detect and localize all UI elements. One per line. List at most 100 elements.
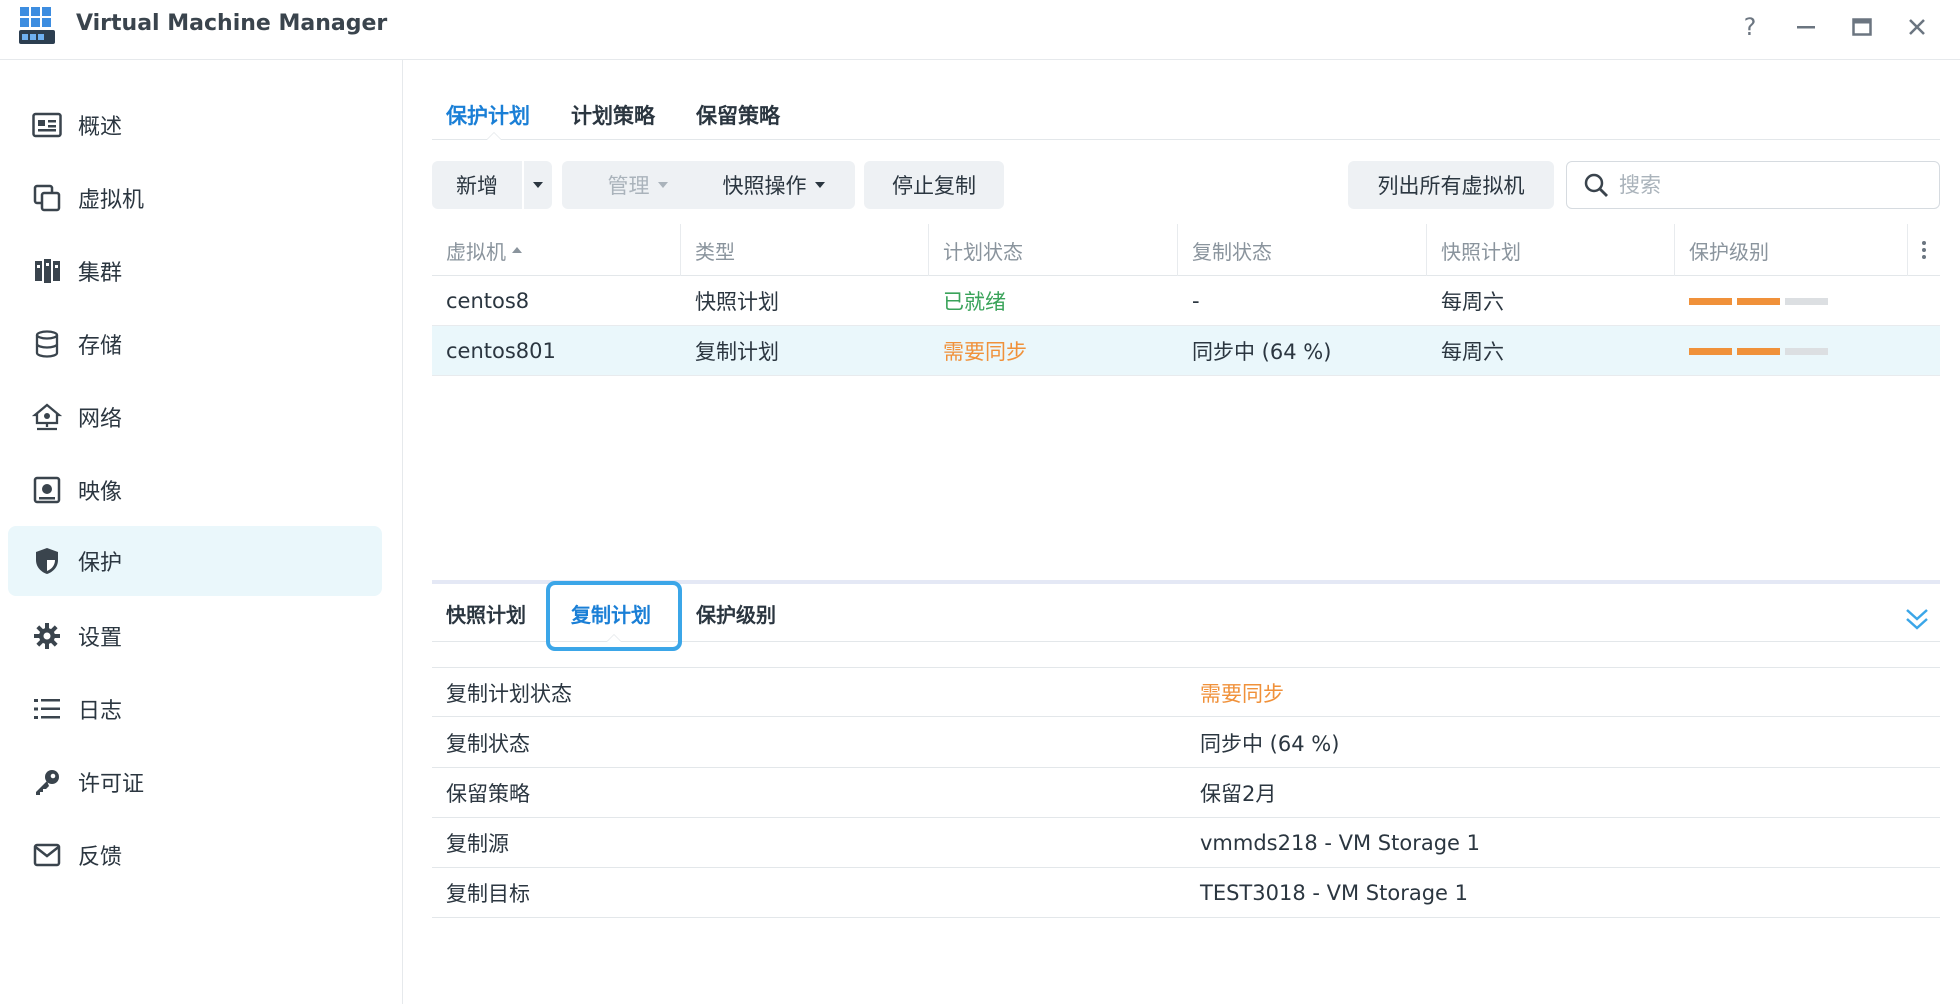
focus-highlight — [546, 581, 682, 651]
chevron-down-icon — [814, 182, 825, 188]
detail-key: 保留策略 — [446, 782, 530, 806]
sidebar-item-label: 映像 — [78, 480, 123, 505]
maximize-icon — [1852, 18, 1872, 36]
sidebar-item-license[interactable]: 许可证 — [8, 747, 382, 817]
cell-vm: centos801 — [446, 339, 556, 363]
sidebar-item-label: 概述 — [78, 115, 123, 140]
column-header-snapshot-plan[interactable]: 快照计划 — [1427, 224, 1675, 276]
collapse-panel-button[interactable] — [1902, 604, 1938, 640]
add-dropdown-button[interactable] — [524, 161, 552, 209]
sidebar-item-label: 许可证 — [78, 772, 145, 797]
sidebar-item-protection[interactable]: 保护 — [8, 526, 382, 596]
sidebar-item-settings[interactable]: 设置 — [8, 601, 382, 671]
manage-button[interactable]: 管理 — [562, 161, 713, 209]
column-options-button[interactable] — [1908, 224, 1940, 276]
detail-key: 复制目标 — [446, 882, 530, 906]
detail-key: 复制计划状态 — [446, 682, 572, 706]
add-split-button: 新增 — [432, 161, 552, 209]
close-icon — [1909, 19, 1925, 35]
column-header-type[interactable]: 类型 — [681, 224, 929, 276]
sidebar-item-image[interactable]: 映像 — [8, 455, 382, 525]
column-header-replication-status[interactable]: 复制状态 — [1178, 224, 1427, 276]
main-panel: 保护计划 计划策略 保留策略 新增 管理 快照操作 停止复制 列出所有虚拟机 虚… — [432, 60, 1940, 1004]
log-list-icon — [30, 692, 64, 726]
sidebar-item-cluster[interactable]: 集群 — [8, 236, 382, 306]
mail-icon — [30, 838, 64, 872]
sidebar: 概述 虚拟机 集群 存储 网络 映像 保护 设置 日志 许可证 反馈 — [0, 60, 403, 1004]
detail-row: 复制计划状态 需要同步 — [432, 667, 1940, 717]
title-bar: Virtual Machine Manager ? — [0, 0, 1960, 60]
protection-level-bar — [1689, 297, 1828, 305]
sidebar-item-network[interactable]: 网络 — [8, 382, 382, 452]
minimize-button[interactable] — [1789, 10, 1823, 44]
sidebar-item-storage[interactable]: 存储 — [8, 309, 382, 379]
column-header-protection-level[interactable]: 保护级别 — [1675, 224, 1908, 276]
sidebar-item-log[interactable]: 日志 — [8, 674, 382, 744]
detail-value: 保留2月 — [1200, 782, 1277, 806]
detail-row: 复制状态 同步中 (64 %) — [432, 718, 1940, 768]
sidebar-item-feedback[interactable]: 反馈 — [8, 820, 382, 890]
table-row[interactable]: centos8 快照计划 已就绪 - 每周六 — [432, 276, 1940, 326]
tab-snapshot-plan[interactable]: 快照计划 — [446, 596, 526, 630]
tab-retention-policy[interactable]: 保留策略 — [696, 100, 780, 130]
search-input[interactable] — [1619, 173, 1919, 197]
protection-plan-table: 虚拟机 类型 计划状态 复制状态 快照计划 保护级别 centos8 快照计划 … — [432, 224, 1940, 376]
image-icon — [30, 473, 64, 507]
sidebar-item-label: 虚拟机 — [78, 188, 145, 213]
minimize-icon — [1797, 26, 1815, 29]
cell-plan-status: 已就绪 — [943, 290, 1006, 314]
detail-row: 复制源 vmmds218 - VM Storage 1 — [432, 818, 1940, 868]
sidebar-item-virtual-machine[interactable]: 虚拟机 — [8, 163, 382, 233]
protection-level-bar — [1689, 347, 1828, 355]
storage-icon — [30, 327, 64, 361]
cell-protection-level — [1675, 326, 1828, 376]
tab-protection-plan[interactable]: 保护计划 — [446, 100, 530, 130]
list-all-vms-button[interactable]: 列出所有虚拟机 — [1348, 161, 1554, 209]
detail-row: 保留策略 保留2月 — [432, 768, 1940, 818]
add-button[interactable]: 新增 — [432, 170, 522, 200]
sidebar-item-label: 存储 — [78, 334, 123, 359]
table-row[interactable]: centos801 复制计划 需要同步 同步中 (64 %) 每周六 — [432, 326, 1940, 376]
maximize-button[interactable] — [1845, 10, 1879, 44]
column-header-plan-status[interactable]: 计划状态 — [929, 224, 1178, 276]
app-title: Virtual Machine Manager — [76, 11, 388, 36]
help-button[interactable]: ? — [1733, 10, 1767, 44]
overview-icon — [30, 108, 64, 142]
sort-ascending-icon — [512, 247, 522, 253]
detail-row: 复制目标 TEST3018 - VM Storage 1 — [432, 868, 1940, 918]
detail-value: vmmds218 - VM Storage 1 — [1200, 831, 1480, 855]
search-icon — [1584, 173, 1608, 197]
chevron-down-icon — [657, 182, 668, 188]
double-chevron-down-icon — [1906, 609, 1928, 630]
manage-button-label: 管理 — [607, 174, 650, 198]
active-tab-indicator — [486, 132, 502, 140]
vmm-app-icon — [19, 7, 55, 44]
sidebar-item-overview[interactable]: 概述 — [8, 90, 382, 160]
cell-plan-status: 需要同步 — [943, 340, 1027, 364]
detail-value: 需要同步 — [1200, 682, 1284, 706]
sidebar-item-label: 网络 — [78, 407, 123, 432]
cell-protection-level — [1675, 276, 1828, 326]
search-box — [1566, 161, 1940, 209]
stop-replication-button[interactable]: 停止复制 — [864, 161, 1004, 209]
column-header-vm[interactable]: 虚拟机 — [432, 224, 681, 276]
sidebar-item-label: 集群 — [78, 261, 123, 286]
cluster-icon — [30, 254, 64, 288]
detail-value: TEST3018 - VM Storage 1 — [1200, 881, 1468, 905]
tab-plan-policy[interactable]: 计划策略 — [571, 100, 655, 130]
snapshot-operations-button[interactable]: 快照操作 — [692, 161, 855, 209]
network-icon — [30, 400, 64, 434]
detail-value: 同步中 (64 %) — [1200, 732, 1340, 756]
table-header: 虚拟机 类型 计划状态 复制状态 快照计划 保护级别 — [432, 224, 1940, 276]
cell-snapshot-plan: 每周六 — [1441, 290, 1504, 314]
cell-snapshot-plan: 每周六 — [1441, 340, 1504, 364]
close-button[interactable] — [1900, 10, 1934, 44]
detail-key: 复制源 — [446, 832, 509, 856]
cell-replication-status: - — [1192, 289, 1200, 313]
more-vertical-icon — [1922, 241, 1926, 259]
tab-protection-level[interactable]: 保护级别 — [696, 596, 776, 630]
cell-type: 复制计划 — [695, 340, 779, 364]
sidebar-item-label: 保护 — [78, 551, 123, 576]
shield-icon — [30, 544, 64, 578]
cell-vm: centos8 — [446, 289, 530, 313]
